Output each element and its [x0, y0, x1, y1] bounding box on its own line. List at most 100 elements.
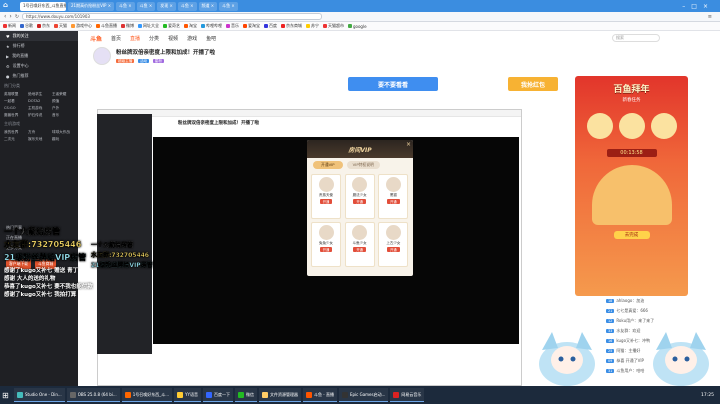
taskbar-item[interactable]: YY语音 [174, 388, 201, 402]
browser-tab[interactable]: 21期高价抢粉丝VIP × [68, 1, 114, 11]
category-link[interactable]: CS:GO [4, 106, 26, 111]
browser-tab[interactable]: 1号召唤好东西_斗鱼直播 × [20, 1, 66, 11]
taskbar-item[interactable]: Studio One - Din... [14, 388, 65, 402]
forward-icon[interactable]: › [9, 13, 11, 20]
bookmark[interactable]: 苏宁 [306, 23, 319, 29]
category-link[interactable]: 球球大作战 [52, 130, 74, 135]
bookmark[interactable]: 天猫 [54, 23, 67, 29]
taskbar-item[interactable]: 斗鱼 - 直播 [302, 388, 337, 402]
taskbar: ⊞ Studio One - Din... OBS 25.0.8 (64 bi.… [0, 386, 720, 404]
nested-bookmarks [98, 110, 521, 117]
browser-tab[interactable]: 频道 × [198, 1, 218, 11]
nav-link[interactable]: 直播 [130, 35, 140, 42]
bookmark[interactable]: 爱淘宝 [243, 23, 260, 29]
category-link[interactable]: 王者荣耀 [52, 92, 74, 97]
taskbar-item[interactable]: 微信 [234, 388, 257, 402]
taskbar-item[interactable]: Epic Games启动... [338, 388, 389, 402]
start-icon[interactable]: ⊞ [2, 391, 12, 400]
banner[interactable]: 要不要看看 [348, 77, 438, 91]
browser-tab[interactable]: 发现 × [157, 1, 176, 11]
open-button[interactable]: 开通 [319, 247, 333, 252]
activity-complete-button[interactable]: 去完成 [613, 231, 650, 239]
menu-icon[interactable]: ≡ [708, 14, 712, 20]
category-link[interactable]: 魔兽世界 [4, 113, 26, 118]
bookmark[interactable]: 斗鱼直播 [96, 23, 117, 29]
browser-tab[interactable]: 斗鱼 × [116, 1, 135, 11]
left-nav-item[interactable]: ♥ 我的关注 [0, 31, 78, 41]
bookmark[interactable]: 京东商城 [281, 23, 302, 29]
category-link[interactable]: 户外 [52, 106, 74, 111]
taskbar-item[interactable]: OBS 25.0.8 (64 bi... [66, 388, 120, 402]
bookmark[interactable]: 哔哩哔哩 [201, 23, 222, 29]
open-button[interactable]: 开通 [353, 247, 366, 252]
taskbar-item[interactable]: 百度一下 [202, 388, 233, 402]
tab-vip-privilege[interactable]: VIP特权说明 [346, 161, 380, 169]
bookmark[interactable]: 百度 [264, 23, 277, 29]
red-packet-button[interactable]: 我抢红包 [508, 77, 558, 91]
overlay-line: 一个火箭给房管 [4, 227, 60, 236]
left-nav-item[interactable]: ▶ 我的直播 [0, 51, 78, 61]
tab-open-vip[interactable]: 开通VIP [313, 161, 343, 169]
nav-link[interactable]: 首页 [111, 35, 121, 42]
close-icon[interactable]: × [406, 141, 411, 148]
open-button[interactable]: 开通 [387, 199, 400, 204]
bookmark[interactable]: 谷歌 [20, 23, 33, 29]
bookmark[interactable]: google [348, 24, 367, 29]
category-link[interactable]: 二次元 [4, 137, 26, 142]
category-link[interactable]: 我的世界 [4, 130, 26, 135]
streamer-avatar[interactable] [93, 47, 111, 65]
bookmark[interactable]: 网址大全 [138, 23, 159, 29]
vip-card[interactable]: 兔兔少女 开通 [311, 222, 341, 267]
taskbar-item[interactable]: 网易云音乐 [390, 388, 425, 402]
address-bar[interactable]: https://www.douyu.com/101903 [22, 13, 323, 20]
nav-link[interactable]: 视频 [168, 35, 178, 42]
avatar [385, 225, 401, 240]
search-input[interactable]: 搜索 [612, 34, 660, 42]
category-link[interactable]: 颜值 [52, 99, 74, 104]
left-nav-item[interactable]: ● 热门推荐 [0, 71, 78, 81]
vip-card[interactable]: 贵族天使 开通 [311, 174, 341, 219]
category-link[interactable]: 趣玩 [52, 137, 74, 142]
activity-banner[interactable]: 百鱼拜年 新春任务 00:13:58 去完成 [575, 76, 688, 296]
category-link[interactable]: 炉石传说 [28, 113, 50, 118]
bookmark[interactable]: 音乐 [226, 23, 239, 29]
vip-card[interactable]: 魔法少女 开通 [344, 174, 375, 219]
nav-link[interactable]: 游戏 [187, 35, 197, 42]
category-link[interactable]: DOTA2 [28, 99, 50, 104]
bookmark[interactable]: 淘宝 [184, 23, 197, 29]
category-link[interactable]: 方舟 [28, 130, 50, 135]
open-button[interactable]: 开通 [387, 247, 400, 252]
category-link[interactable]: 英雄联盟 [4, 92, 26, 97]
category-link[interactable]: 娱乐天地 [28, 137, 50, 142]
open-button[interactable]: 开通 [319, 199, 333, 204]
nav-link[interactable]: 鱼吧 [206, 35, 216, 42]
vip-card[interactable]: 上古少女 开通 [378, 222, 409, 267]
douyu-logo[interactable]: 斗鱼 [90, 34, 102, 43]
category-link[interactable]: 一起看 [4, 99, 26, 104]
left-nav-item[interactable]: ★ 排行榜 [0, 41, 78, 51]
bookmark[interactable]: 爱奇艺 [163, 23, 180, 29]
browser-tab[interactable]: 斗鱼 × [177, 1, 197, 11]
window-controls-icon[interactable]: –□× [682, 3, 714, 10]
vip-card[interactable]: 斗鱼少女 开通 [344, 222, 375, 267]
bookmark[interactable]: 新闻 [3, 23, 16, 29]
taskbar-item[interactable]: 文件资源管理器 [258, 388, 301, 402]
bookmark[interactable]: 天猫超市 [323, 23, 344, 29]
open-button[interactable]: 开通 [353, 199, 366, 204]
left-nav-item[interactable]: ⚙ 设置中心 [0, 61, 78, 71]
vip-card[interactable]: 黑猫 开通 [378, 174, 409, 219]
category-link[interactable]: 绝地求生 [28, 92, 50, 97]
category-link[interactable]: 音乐 [52, 113, 74, 118]
browser-tab[interactable]: 斗鱼 × [219, 1, 238, 11]
taskbar-item[interactable]: 1号召唤好东西_斗... [121, 388, 173, 402]
nav-link[interactable]: 分类 [149, 35, 159, 42]
browser-tab[interactable]: 斗鱼 × [136, 1, 156, 11]
overlay-line: 水友群:732705446 [91, 252, 149, 259]
back-icon[interactable]: ‹ [4, 13, 6, 20]
refresh-icon[interactable]: ↻ [15, 14, 19, 20]
gift-thanks-line: 感谢 大人的送的礼物 [4, 276, 56, 282]
bookmark[interactable]: 京东 [37, 23, 50, 29]
category-link[interactable]: 主机游戏 [28, 106, 50, 111]
bookmark[interactable]: 微博 [121, 23, 134, 29]
bookmark[interactable]: 游戏中心 [71, 23, 92, 29]
